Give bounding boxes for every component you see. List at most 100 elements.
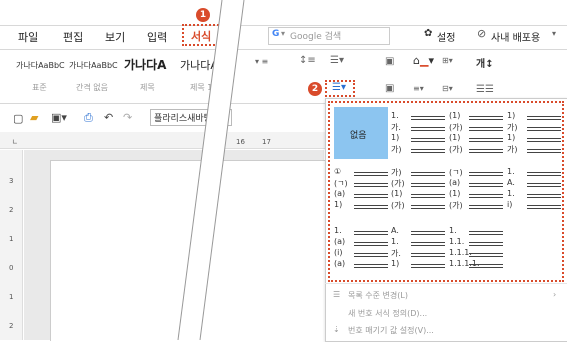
search-input[interactable]: Google 검색 [290,29,341,42]
text-line [411,127,445,128]
text-line [469,186,503,187]
menu-new-number-format[interactable]: 새 번호 서식 정의(D)... [348,308,427,319]
indent-icon[interactable]: ⊟▾ [442,84,453,93]
text-line [527,138,561,139]
align-icon[interactable]: ≡▾ [413,84,424,93]
share-label[interactable]: 사내 배포용 [491,29,540,44]
text-line [354,175,388,176]
numbering-marker: 1) [391,133,400,142]
google-icon: G [272,29,280,39]
numbering-marker: 1. [391,111,399,120]
shading-icon[interactable]: ⊞▾ [442,56,453,65]
text-line [411,172,445,173]
share-icon[interactable]: ⊘ [477,27,486,40]
menu-edit[interactable]: 편집 [63,29,83,45]
numbering-list-button[interactable]: ☰▾ [332,82,346,93]
style-nospacing-preview[interactable]: 가나다AaBbC [69,60,118,71]
text-line [354,256,388,257]
text-line [411,234,445,235]
numbering-marker: 1) [334,200,343,209]
dropdown-divider [325,283,567,284]
numbering-marker: (가) [449,123,463,132]
search-dropdown-icon[interactable]: ▾ [281,29,285,38]
numbering-style-option[interactable]: ① (ㄱ) (a) 1) [334,163,392,215]
vruler-number: 2 [9,206,14,214]
text-line [411,253,445,254]
list-level-icon: ☰ [333,290,341,299]
toolbar-divider [0,49,567,50]
numbering-marker: (ㄱ) [334,179,348,188]
text-line [411,264,445,265]
text-line [354,253,388,254]
numbering-marker: (가) [391,179,405,188]
undo-icon[interactable]: ↶ [104,111,113,124]
border-icon[interactable]: ▣ [385,56,394,67]
numbering-marker: 1. [391,237,399,246]
numbering-style-option[interactable]: 1. 가. 1) 가) [391,107,449,159]
numbering-style-option[interactable]: 1. A. 1. i) [507,163,565,215]
numbering-style-option[interactable]: 1) 가) 1) 가) [507,107,565,159]
text-line [354,172,388,173]
tab-stop-icon[interactable]: ∟ [12,138,18,146]
numbering-value-icon: ⇣ [333,325,340,334]
table-icon[interactable]: ▣ [385,83,394,94]
chevron-down-icon[interactable]: ▾ [552,29,556,38]
text-line [527,152,561,153]
numbering-marker: 가) [507,123,518,132]
text-line [469,141,503,142]
menu-list-level[interactable]: 목록 수준 변경(L) [348,290,408,301]
font-size-icon[interactable]: 개↕ [476,55,494,70]
text-line [469,130,503,131]
numbering-style-option[interactable]: 가) (가) (1) (가) [391,163,449,215]
style-normal-preview[interactable]: 가나다AaBbC [16,60,65,71]
save-icon[interactable]: ▣▾ [51,111,67,124]
text-line [411,256,445,257]
highlight-icon[interactable]: ⌂▁▾ [413,54,434,67]
distribute-icon[interactable]: ☰☰ [476,84,494,95]
numbering-marker: A. [507,178,515,187]
bullet-list-icon[interactable]: ☰▾ [330,55,344,66]
menu-view[interactable]: 보기 [105,29,125,45]
text-line [411,245,445,246]
text-line [411,183,445,184]
text-line [527,175,561,176]
menu-file[interactable]: 파일 [18,29,38,45]
numbering-marker: 1. [334,226,342,235]
text-line [527,141,561,142]
menu-set-numbering-value[interactable]: 번호 매기기 값 설정(V)... [348,325,434,336]
text-line [411,186,445,187]
numbering-style-option[interactable]: (1) (가) (1) (가) [449,107,507,159]
open-folder-icon[interactable]: ▰ [30,111,38,124]
print-icon[interactable]: ⎙ [84,111,93,125]
numbering-style-option[interactable]: A. 1. 가. 1) [391,222,449,274]
numbering-style-option[interactable]: 1. (a) (i) (a) [334,222,392,274]
chevron-right-icon: › [553,290,557,299]
style-normal-label: 표준 [32,83,47,92]
text-line [411,138,445,139]
text-line [354,208,388,209]
text-line [469,172,503,173]
text-line [411,208,445,209]
settings-label[interactable]: 설정 [437,29,455,44]
numbering-marker: 가. [391,123,401,132]
redo-icon[interactable]: ↷ [123,111,132,124]
text-line [411,141,445,142]
text-line [354,267,388,268]
numbering-marker: (a) [449,178,461,187]
text-line [469,256,503,257]
numbering-marker: i) [507,200,513,209]
numbering-style-option[interactable]: (ㄱ) (a) (1) (가) [449,163,507,215]
vruler-number: 1 [9,235,14,243]
vruler-number: 1 [9,293,14,301]
gear-icon[interactable]: ✿ [424,28,432,39]
new-doc-icon[interactable]: ▢ [13,112,23,125]
text-line [527,197,561,198]
vruler-number: 2 [9,322,14,330]
numbering-style-option[interactable]: 1. 1.1. 1.1.1. 1.1.1.1. [449,222,507,274]
text-line [354,197,388,198]
text-line [411,231,445,232]
screenshot-break-divider [177,0,245,340]
line-spacing-icon[interactable]: ↕≡ [299,55,316,66]
text-line [469,116,503,117]
text-line [469,127,503,128]
